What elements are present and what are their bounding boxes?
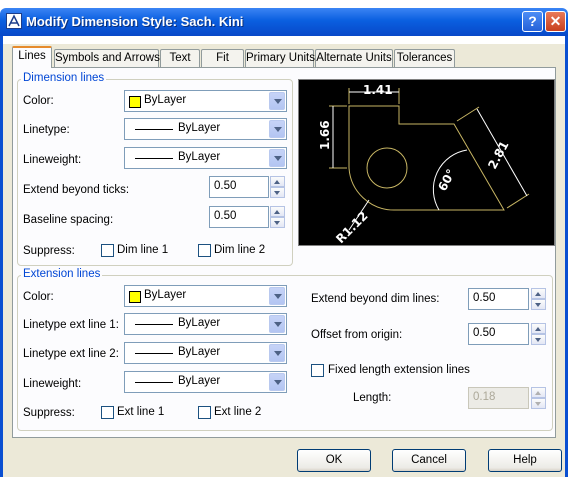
dim-line-1-label: Dim line 1 (117, 244, 169, 256)
extend-ticks-spinner[interactable] (270, 176, 285, 198)
dim-suppress-label: Suppress: (23, 245, 75, 257)
dim-lineweight-value: ByLayer (178, 151, 221, 163)
dim-lineweight-combo[interactable]: ByLayer (124, 147, 287, 169)
ext-line-2-label: Ext line 2 (214, 406, 262, 418)
close-button[interactable]: ✕ (545, 11, 566, 32)
preview-shape-outline (348, 105, 505, 211)
tab-text[interactable]: Text (160, 49, 200, 67)
dim-lineweight-label: Lineweight: (23, 154, 82, 166)
line-sample (135, 158, 173, 159)
extend-ticks-label: Extend beyond ticks: (23, 184, 130, 196)
ext-line-2-checkbox[interactable] (198, 406, 211, 419)
baseline-spacing-spinner[interactable] (270, 206, 285, 228)
length-input[interactable]: 0.18 (468, 387, 529, 409)
baseline-spacing-input[interactable]: 0.50 (209, 206, 269, 228)
ext-suppress-label: Suppress: (23, 407, 75, 419)
dim-color-combo[interactable]: ByLayer (124, 90, 287, 112)
preview-dim-radius: R1.12 (333, 209, 370, 245)
preview-dim-top: 1.41 (363, 83, 393, 97)
chevron-down-icon[interactable] (269, 92, 285, 110)
chevron-down-icon[interactable] (269, 287, 285, 305)
ext-line-1-label: Ext line 1 (117, 406, 165, 418)
yellow-swatch (129, 291, 141, 303)
extend-ticks-input[interactable]: 0.50 (209, 176, 269, 198)
ext-lineweight-label: Lineweight: (23, 378, 82, 390)
line-sample (135, 353, 173, 354)
fixed-length-checkbox[interactable] (311, 364, 324, 377)
extend-dim-lines-label: Extend beyond dim lines: (311, 293, 440, 305)
dim-line-2-checkbox[interactable] (198, 244, 211, 257)
tab-fit[interactable]: Fit (201, 49, 244, 67)
ok-button[interactable]: OK (297, 449, 371, 472)
preview-dim-diag: 2.81 (485, 139, 511, 172)
linetype-ext2-label: Linetype ext line 2: (23, 348, 119, 360)
offset-origin-spinner[interactable] (531, 323, 546, 345)
yellow-swatch (129, 96, 141, 108)
linetype-ext1-label: Linetype ext line 1: (23, 319, 119, 331)
preview-panel: 1.41 1.66 2.81 60° R1.12 (298, 79, 555, 246)
tab-alternate-units[interactable]: Alternate Units (315, 49, 393, 67)
linetype-ext1-value: ByLayer (178, 317, 221, 329)
extend-dim-lines-input[interactable]: 0.50 (468, 288, 529, 310)
window-title: Modify Dimension Style: Sach. Kini (26, 14, 244, 29)
ext-color-value: ByLayer (144, 289, 187, 301)
tab-symbols-and-arrows[interactable]: Symbols and Arrows (54, 49, 160, 67)
offset-origin-input[interactable]: 0.50 (468, 323, 529, 345)
preview-dim-angle: 60° (435, 167, 458, 194)
cancel-button[interactable]: Cancel (392, 449, 466, 472)
chevron-down-icon[interactable] (269, 315, 285, 333)
ext-color-combo[interactable]: ByLayer (124, 285, 287, 307)
dimension-lines-legend: Dimension lines (21, 72, 107, 84)
dim-linetype-value: ByLayer (178, 122, 221, 134)
line-sample (135, 324, 173, 325)
dim-line-1-checkbox[interactable] (101, 244, 114, 257)
ext-line-1-checkbox[interactable] (101, 406, 114, 419)
preview-dim-left: 1.66 (318, 120, 332, 150)
linetype-ext2-value: ByLayer (178, 346, 221, 358)
dim-linetype-combo[interactable]: ByLayer (124, 118, 287, 140)
dim-color-value: ByLayer (144, 94, 187, 106)
tab-lines[interactable]: Lines (12, 46, 52, 68)
dimension-preview-drawing: 1.41 1.66 2.81 60° R1.12 (318, 83, 530, 246)
fixed-length-label: Fixed length extension lines (328, 364, 470, 376)
tab-primary-units[interactable]: Primary Units (245, 49, 315, 67)
chevron-down-icon[interactable] (269, 120, 285, 138)
help-button[interactable]: Help (488, 449, 562, 472)
linetype-ext2-combo[interactable]: ByLayer (124, 342, 287, 364)
ext-lineweight-combo[interactable]: ByLayer (124, 371, 287, 393)
length-spinner[interactable] (531, 387, 546, 409)
window-frame-left (0, 36, 3, 477)
ext-color-label: Color: (23, 291, 54, 303)
chevron-down-icon[interactable] (269, 373, 285, 391)
dim-linetype-label: Linetype: (23, 124, 70, 136)
dim-color-label: Color: (23, 95, 54, 107)
preview-hole-circle (366, 147, 408, 189)
line-sample (135, 382, 173, 383)
length-label: Length: (353, 392, 392, 404)
app-icon (6, 13, 22, 29)
baseline-spacing-label: Baseline spacing: (23, 214, 114, 226)
chevron-down-icon[interactable] (269, 344, 285, 362)
chevron-down-icon[interactable] (269, 149, 285, 167)
linetype-ext1-combo[interactable]: ByLayer (124, 313, 287, 335)
tab-tolerances[interactable]: Tolerances (394, 49, 455, 67)
offset-origin-label: Offset from origin: (311, 329, 403, 341)
extend-dim-lines-spinner[interactable] (531, 288, 546, 310)
dim-line-2-label: Dim line 2 (214, 244, 266, 256)
extension-lines-legend: Extension lines (21, 268, 103, 280)
ext-lineweight-value: ByLayer (178, 375, 221, 387)
help-title-button[interactable]: ? (522, 11, 543, 32)
line-sample (135, 129, 173, 130)
